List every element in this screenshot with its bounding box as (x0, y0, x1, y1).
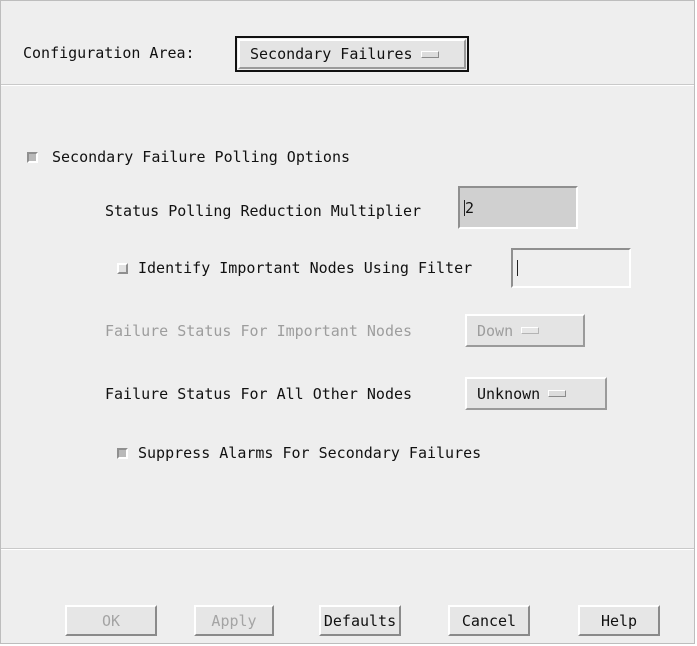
other-status-menu[interactable]: Unknown (465, 377, 607, 410)
important-status-menu[interactable]: Down (465, 314, 585, 347)
other-status-label: Failure Status For All Other Nodes (105, 385, 413, 403)
multiplier-value: 2 (465, 198, 475, 217)
multiplier-label: Status Polling Reduction Multiplier (105, 202, 422, 220)
other-status-value: Unknown (477, 384, 541, 403)
help-button[interactable]: Help (578, 605, 660, 636)
config-area-value: Secondary Failures (250, 45, 413, 63)
option-menu-icon (548, 390, 567, 397)
option-menu-icon (521, 327, 540, 334)
important-status-value: Down (477, 321, 514, 340)
important-status-label: Failure Status For Important Nodes (105, 322, 413, 340)
cancel-button[interactable]: Cancel (448, 605, 530, 636)
identify-nodes-toggle[interactable] (117, 263, 128, 274)
config-area-menu[interactable]: Secondary Failures (235, 36, 469, 72)
secondary-polling-toggle[interactable] (27, 152, 38, 163)
top-separator (1, 84, 694, 86)
defaults-button[interactable]: Defaults (319, 605, 401, 636)
ok-button[interactable]: OK (65, 605, 157, 636)
apply-button[interactable]: Apply (194, 605, 274, 636)
secondary-polling-label: Secondary Failure Polling Options (52, 148, 351, 166)
text-cursor (517, 260, 518, 276)
suppress-alarms-toggle[interactable] (117, 448, 128, 459)
secondary-failures-dialog: Configuration Area: Secondary Failures S… (0, 0, 695, 644)
bottom-separator (1, 548, 694, 550)
config-area-label: Configuration Area: (23, 44, 195, 62)
option-menu-icon (420, 50, 439, 58)
filter-input[interactable] (511, 248, 631, 288)
identify-nodes-label: Identify Important Nodes Using Filter (138, 259, 473, 277)
suppress-alarms-label: Suppress Alarms For Secondary Failures (138, 444, 482, 462)
multiplier-input[interactable]: 2 (458, 186, 578, 229)
